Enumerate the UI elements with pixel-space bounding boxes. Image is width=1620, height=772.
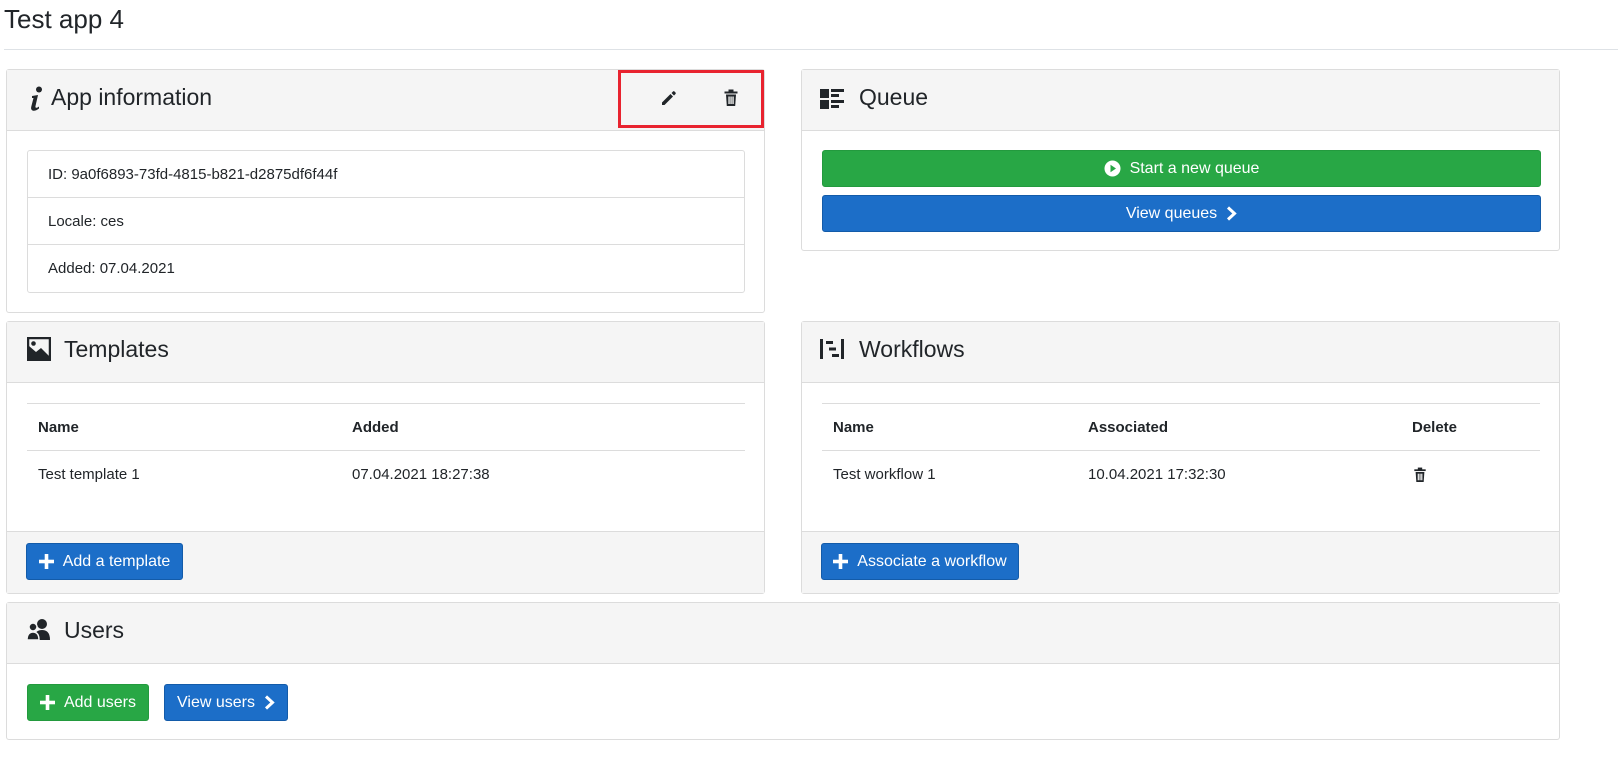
trash-icon	[724, 89, 738, 106]
plus-icon	[833, 554, 849, 569]
image-icon	[25, 335, 53, 363]
add-users-label: Add users	[63, 693, 137, 711]
workflows-title: Workflows	[859, 336, 965, 362]
queue-icon	[818, 85, 846, 113]
app-locale-item: Locale: ces	[28, 198, 744, 245]
templates-header: Templates	[7, 322, 764, 383]
workflows-table: Name Associated Delete Test workflow 1 1…	[822, 403, 1540, 498]
trash-icon	[1414, 467, 1426, 482]
chevron-right-icon	[1226, 206, 1237, 221]
add-template-button[interactable]: Add a template	[26, 543, 183, 580]
templates-header-row: Name Added	[27, 404, 745, 451]
edit-button[interactable]	[657, 86, 681, 110]
templates-card: Templates Name Added Test template 1 07.…	[6, 321, 765, 594]
app-id-item: ID: 9a0f6893-73fd-4815-b821-d2875df6f44f	[28, 151, 744, 198]
templates-col-added: Added	[352, 419, 399, 436]
add-template-label: Add a template	[62, 552, 171, 570]
view-queues-button[interactable]: View queues	[822, 195, 1541, 232]
templates-footer: Add a template	[7, 531, 764, 593]
queue-title: Queue	[859, 84, 929, 110]
plus-icon	[38, 554, 54, 569]
delete-workflow-button[interactable]	[1412, 451, 1428, 498]
view-users-button[interactable]: View users	[164, 684, 288, 721]
chevron-right-icon	[264, 695, 275, 710]
workflow-associated: 10.04.2021 17:32:30	[1088, 466, 1226, 483]
plus-icon	[39, 695, 55, 710]
start-queue-button[interactable]: Start a new queue	[822, 150, 1541, 187]
table-row: Test workflow 1 10.04.2021 17:32:30	[822, 451, 1540, 498]
delete-app-button[interactable]	[719, 86, 743, 110]
workflows-col-associated: Associated	[1088, 419, 1169, 436]
template-added: 07.04.2021 18:27:38	[352, 466, 490, 483]
workflows-col-name: Name	[833, 419, 874, 436]
app-info-list: ID: 9a0f6893-73fd-4815-b821-d2875df6f44f…	[27, 150, 745, 293]
users-title: Users	[64, 617, 125, 643]
view-queues-label: View queues	[1125, 204, 1218, 222]
workflows-header-row: Name Associated Delete	[822, 404, 1540, 451]
templates-col-name: Name	[38, 419, 79, 436]
add-users-button[interactable]: Add users	[27, 684, 149, 721]
users-header: Users	[7, 603, 1559, 664]
users-card: Users Add users View users	[6, 602, 1560, 740]
start-queue-label: Start a new queue	[1129, 159, 1260, 177]
associate-workflow-button[interactable]: Associate a workflow	[821, 543, 1019, 580]
workflows-col-delete: Delete	[1412, 419, 1458, 436]
play-circle-icon	[1104, 160, 1121, 177]
view-users-label: View users	[177, 693, 255, 711]
page-title: Test app 4	[4, 4, 124, 34]
title-divider	[4, 49, 1618, 50]
associate-workflow-label: Associate a workflow	[857, 552, 1007, 570]
queue-card: Queue Start a new queue View queues	[801, 69, 1560, 251]
workflows-header: Workflows	[802, 322, 1559, 383]
workflow-name[interactable]: Test workflow 1	[833, 451, 936, 498]
users-icon	[25, 616, 53, 644]
workflows-card: Workflows Name Associated Delete Test wo…	[801, 321, 1560, 594]
table-row: Test template 1 07.04.2021 18:27:38	[27, 451, 745, 498]
queue-header: Queue	[802, 70, 1559, 131]
workflows-footer: Associate a workflow	[802, 531, 1559, 593]
templates-title: Templates	[64, 336, 169, 362]
workflow-icon	[818, 335, 846, 363]
app-added-item: Added: 07.04.2021	[48, 260, 175, 277]
pencil-icon	[662, 91, 676, 105]
info-icon	[23, 85, 51, 113]
template-name[interactable]: Test template 1	[38, 451, 140, 498]
app-info-title: App information	[51, 84, 213, 110]
templates-table: Name Added Test template 1 07.04.2021 18…	[27, 403, 745, 498]
